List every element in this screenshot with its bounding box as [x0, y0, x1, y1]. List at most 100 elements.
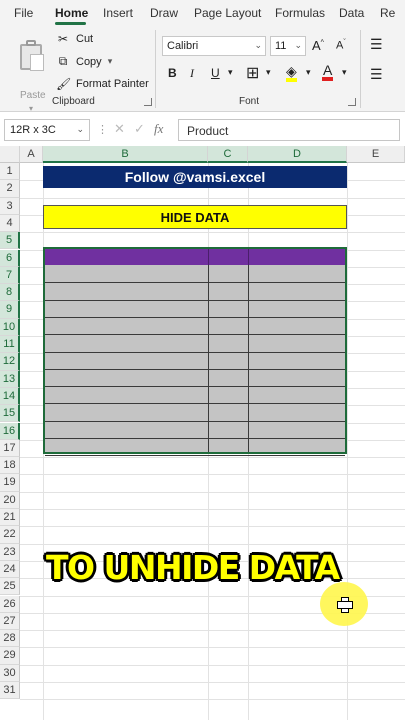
row-header-28[interactable]: 28: [0, 630, 20, 648]
row-header-11[interactable]: 11: [0, 336, 20, 354]
column-header-a[interactable]: A: [20, 146, 43, 163]
gridline: [20, 457, 405, 459]
row-header-3[interactable]: 3: [0, 197, 20, 215]
tab-formulas[interactable]: Formulas: [275, 6, 325, 20]
row-header-8[interactable]: 8: [0, 284, 20, 302]
font-launcher-icon[interactable]: [348, 98, 356, 106]
row-header-10[interactable]: 10: [0, 318, 20, 336]
grow-font-button[interactable]: A^: [312, 38, 324, 53]
chevron-down-icon: ▾: [29, 104, 34, 113]
row-header-14[interactable]: 14: [0, 387, 20, 406]
row-header-21[interactable]: 21: [0, 509, 20, 527]
name-box[interactable]: 12R x 3C ⌄: [4, 119, 90, 141]
align-left-icon[interactable]: ☰: [370, 66, 383, 83]
row-header-9[interactable]: 9: [0, 301, 20, 319]
row-header-22[interactable]: 22: [0, 526, 20, 544]
copy-icon: ⧉: [58, 54, 68, 68]
chevron-down-icon: ⌄: [76, 124, 84, 134]
tab-review[interactable]: Re: [380, 6, 395, 20]
column-header-c[interactable]: C: [208, 146, 248, 163]
ribbon: Paste ▾ ✂ Cut ⧉ Copy ▾ 🖌 Format Painter …: [0, 26, 405, 113]
chevron-down-icon[interactable]: ▾: [306, 67, 311, 78]
follow-banner[interactable]: Follow @vamsi.excel: [43, 166, 347, 188]
tab-home[interactable]: Home: [55, 6, 88, 20]
font-name-select[interactable]: Calibri ⌄: [162, 36, 266, 56]
row-header-29[interactable]: 29: [0, 647, 20, 665]
hide-data-banner[interactable]: HIDE DATA: [43, 205, 347, 229]
table-row: [45, 420, 345, 422]
tab-insert[interactable]: Insert: [103, 6, 133, 20]
table-row: [45, 368, 345, 370]
italic-button[interactable]: I: [190, 66, 194, 81]
row-header-2[interactable]: 2: [0, 180, 20, 198]
chevron-down-icon[interactable]: ▾: [342, 67, 347, 78]
table-row: [45, 316, 345, 318]
row-header-19[interactable]: 19: [0, 474, 20, 492]
select-all-corner[interactable]: [0, 146, 20, 163]
chevron-down-icon[interactable]: ▾: [228, 67, 233, 78]
active-tab-indicator: [55, 22, 86, 25]
table-row: [45, 282, 345, 284]
row-header-26[interactable]: 26: [0, 595, 20, 613]
copy-button[interactable]: ⧉ Copy ▾: [56, 54, 113, 69]
underline-button[interactable]: U: [211, 66, 220, 80]
row-header-6[interactable]: 6: [0, 249, 20, 267]
row-header-12[interactable]: 12: [0, 353, 20, 371]
cut-button[interactable]: ✂ Cut: [56, 32, 93, 46]
row-header-16[interactable]: 16: [0, 422, 20, 440]
column-header-e[interactable]: E: [347, 146, 405, 163]
gridline: [347, 163, 348, 720]
row-header-31[interactable]: 31: [0, 682, 20, 700]
row-header-7[interactable]: 7: [0, 266, 20, 285]
hidden-data-table[interactable]: [43, 247, 347, 457]
formula-input[interactable]: Product: [178, 119, 400, 141]
font-color-button[interactable]: A: [322, 63, 334, 81]
tab-draw[interactable]: Draw: [150, 6, 178, 20]
tab-data[interactable]: Data: [339, 6, 364, 20]
row-header-5[interactable]: 5: [0, 232, 20, 250]
gridline: [20, 526, 405, 528]
table-row: [45, 438, 345, 439]
column-header-d[interactable]: D: [248, 146, 347, 163]
borders-icon[interactable]: ⊞: [246, 63, 259, 83]
tab-file[interactable]: File: [14, 6, 33, 20]
format-painter-button[interactable]: 🖌 Format Painter: [56, 77, 149, 91]
align-top-icon[interactable]: ☰: [370, 36, 383, 53]
spreadsheet-grid[interactable]: A B C D E 1 2 3 4 5 6 7 8 9 10 11 12 13 14 15 16 17 18 19 2…: [0, 146, 405, 720]
row-header-4[interactable]: 4: [0, 214, 20, 233]
chevron-down-icon[interactable]: ▾: [266, 67, 271, 78]
bold-button[interactable]: B: [168, 66, 177, 80]
copy-label: Copy: [76, 55, 102, 68]
chevron-down-icon[interactable]: ▾: [108, 56, 113, 67]
cancel-icon[interactable]: ✕: [114, 121, 125, 137]
fill-color-icon[interactable]: ◈: [286, 64, 297, 82]
row-header-15[interactable]: 15: [0, 405, 20, 423]
table-row: [45, 386, 345, 388]
font-size-value: 11: [275, 40, 287, 52]
row-header-1[interactable]: 1: [0, 163, 20, 181]
row-header-18[interactable]: 18: [0, 457, 20, 475]
row-header-25[interactable]: 25: [0, 578, 20, 596]
table-row: [45, 455, 345, 457]
row-header-13[interactable]: 13: [0, 370, 20, 388]
clipboard-launcher-icon[interactable]: [144, 98, 152, 106]
insert-function-icon[interactable]: fx: [154, 121, 163, 137]
gridline: [20, 543, 405, 545]
tab-page-layout[interactable]: Page Layout: [194, 6, 261, 20]
row-header-24[interactable]: 24: [0, 560, 20, 579]
column-header-b[interactable]: B: [43, 146, 208, 163]
row-header-23[interactable]: 23: [0, 543, 20, 561]
font-size-select[interactable]: 11 ⌄: [270, 36, 306, 56]
row-header-20[interactable]: 20: [0, 491, 20, 509]
table-column-divider: [248, 265, 249, 452]
enter-icon[interactable]: ✓: [134, 121, 145, 137]
shrink-font-button[interactable]: Aˇ: [336, 39, 346, 52]
row-header-27[interactable]: 27: [0, 612, 20, 631]
row-header-17[interactable]: 17: [0, 439, 20, 458]
table-column-divider: [208, 265, 209, 452]
overlay-caption: TO UNHIDE DATA: [46, 548, 340, 587]
gridline: [20, 491, 405, 493]
scissors-icon: ✂: [57, 32, 69, 46]
row-header-30[interactable]: 30: [0, 664, 20, 682]
gridline: [20, 664, 405, 666]
